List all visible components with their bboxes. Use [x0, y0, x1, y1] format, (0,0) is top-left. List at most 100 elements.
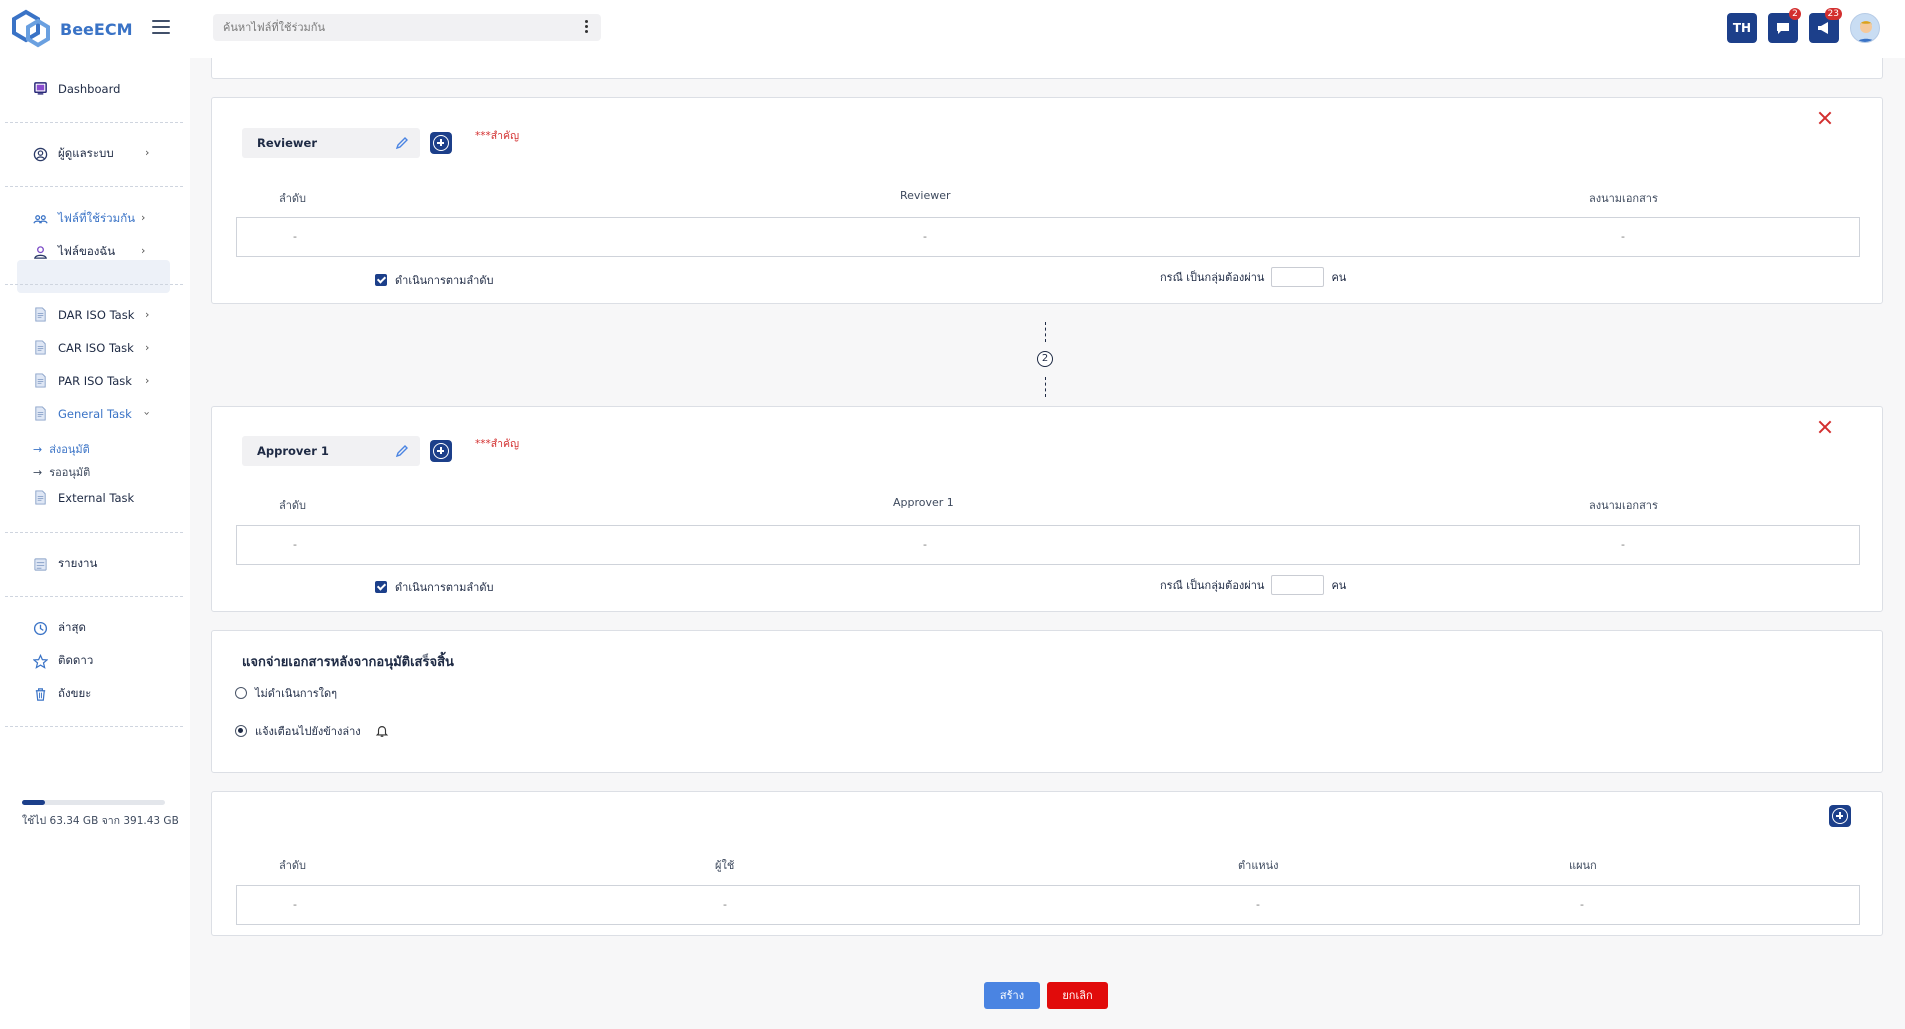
sidebar-item-dar[interactable]: DAR ISO Task ›: [33, 307, 149, 322]
user-avatar[interactable]: [1850, 13, 1880, 43]
approver-name-field[interactable]: Approver 1: [242, 436, 420, 466]
table-row: - - - -: [236, 885, 1860, 925]
sidebar-item-label: ถังขยะ: [58, 686, 92, 700]
add-recipient-button[interactable]: [1829, 805, 1851, 827]
sidebar-item-label: CAR ISO Task: [58, 340, 134, 355]
group-pass-unit: คน: [1331, 579, 1347, 592]
trash-icon: [35, 687, 46, 701]
radio-label: ไม่ดำเนินการใดๆ: [255, 687, 338, 700]
sidebar-item-label: ติดดาว: [58, 653, 94, 667]
star-icon: [33, 653, 48, 669]
sidebar-subitem-send-approval[interactable]: → ส่งอนุมัติ: [33, 440, 90, 458]
app-name: BeeECM: [60, 19, 133, 39]
step-connector-top: [1045, 322, 1046, 342]
sequential-checkbox[interactable]: ดำเนินการตามลำดับ: [375, 271, 493, 289]
table-cell: -: [293, 898, 297, 911]
important-note: ***สำคัญ: [475, 438, 520, 450]
radio-checked-icon: [235, 725, 247, 737]
sidebar: Dashboard ผู้ดูแลระบบ › ไฟล์ที่ใช้ร่วมกั…: [0, 58, 190, 1029]
table-cell: -: [1580, 898, 1584, 911]
sidebar-active-highlight: [17, 260, 170, 293]
sidebar-divider: [5, 284, 183, 285]
sidebar-subitem-label: ส่งอนุมัติ: [49, 443, 90, 456]
column-header-order: ลำดับ: [279, 192, 307, 205]
group-pass-input[interactable]: [1271, 267, 1325, 287]
sidebar-item-starred[interactable]: ติดดาว: [33, 652, 93, 670]
reviewer-name-field[interactable]: Reviewer: [242, 128, 420, 158]
sidebar-item-dashboard[interactable]: Dashboard: [33, 81, 120, 96]
column-header-reviewer: Reviewer: [900, 189, 951, 202]
users-group-icon: [33, 214, 48, 224]
group-pass-field: กรณี เป็นกลุ่มต้องผ่าน คน: [1160, 575, 1346, 595]
sidebar-item-admin[interactable]: ผู้ดูแลระบบ ›: [33, 145, 149, 163]
search-input[interactable]: [213, 14, 553, 41]
approver-card: Approver 1 ***สำคัญ ลำดับ Approver 1 ลงน…: [211, 406, 1883, 612]
chevron-right-icon: ›: [145, 374, 150, 387]
sidebar-item-car[interactable]: CAR ISO Task ›: [33, 340, 149, 355]
notification-button[interactable]: 23: [1809, 8, 1842, 43]
pencil-icon[interactable]: [394, 443, 410, 459]
column-header-user: ผู้ใช้: [715, 859, 735, 872]
arrow-right-icon: →: [33, 442, 43, 456]
radio-notify-below[interactable]: แจ้งเตือนไปยังข้างล่าง: [235, 722, 389, 740]
close-icon[interactable]: [1818, 420, 1832, 434]
sidebar-divider: [5, 532, 183, 533]
column-header-order: ลำดับ: [279, 859, 307, 872]
storage-progress-fill: [22, 800, 45, 805]
pencil-icon[interactable]: [394, 135, 410, 151]
document-icon: [35, 490, 46, 505]
sidebar-item-external-task[interactable]: External Task: [33, 490, 134, 505]
storage-progress-bar: [22, 800, 165, 805]
distribution-title: แจกจ่ายเอกสารหลังจากอนุมัติเสร็จสิ้น: [242, 655, 454, 670]
column-header-department: แผนก: [1569, 859, 1597, 872]
chevron-right-icon: ›: [145, 341, 150, 354]
sidebar-item-label: ไฟล์ที่ใช้ร่วมกัน: [58, 211, 136, 225]
add-reviewer-button[interactable]: [430, 132, 452, 154]
sidebar-subitem-pending-approval[interactable]: → รออนุมัติ: [33, 463, 90, 481]
more-options-icon[interactable]: [585, 20, 589, 33]
create-button[interactable]: สร้าง: [984, 982, 1040, 1009]
document-icon: [35, 340, 46, 355]
close-icon[interactable]: [1818, 111, 1832, 125]
chat-button[interactable]: 2: [1768, 8, 1801, 43]
reviewer-name: Reviewer: [257, 136, 317, 150]
group-pass-input[interactable]: [1271, 575, 1325, 595]
table-cell: -: [923, 538, 927, 551]
table-cell: -: [293, 230, 297, 243]
sidebar-item-trash[interactable]: ถังขยะ: [33, 685, 91, 703]
table-row: - - -: [236, 525, 1860, 565]
cancel-button[interactable]: ยกเลิก: [1047, 982, 1108, 1009]
sidebar-divider: [5, 726, 183, 727]
sidebar-item-general-task[interactable]: General Task ›: [33, 406, 154, 421]
reviewer-card: Reviewer ***สำคัญ ลำดับ Reviewer ลงนามเอ…: [211, 97, 1883, 304]
important-note: ***สำคัญ: [475, 130, 520, 142]
language-label: TH: [1732, 21, 1752, 35]
sidebar-item-my-files[interactable]: ไฟล์ของฉัน ›: [33, 243, 145, 261]
checkbox-checked-icon: [375, 581, 387, 593]
sequential-checkbox[interactable]: ดำเนินการตามลำดับ: [375, 578, 493, 596]
column-header-sign: ลงนามเอกสาร: [1589, 192, 1658, 205]
clock-icon: [33, 621, 48, 635]
plus-circle-icon: [433, 443, 449, 459]
column-header-approver: Approver 1: [893, 496, 954, 509]
sidebar-item-report[interactable]: รายงาน: [33, 555, 97, 573]
menu-toggle-icon[interactable]: [152, 20, 170, 34]
chat-icon: [1777, 23, 1789, 34]
arrow-right-icon: →: [33, 465, 43, 479]
table-cell: -: [723, 898, 727, 911]
add-approver-button[interactable]: [430, 440, 452, 462]
column-header-position: ตำแหน่ง: [1238, 859, 1279, 872]
chevron-right-icon: ›: [145, 146, 150, 159]
app-logo[interactable]: BeeECM: [10, 9, 133, 49]
language-button[interactable]: TH: [1727, 13, 1757, 43]
group-pass-unit: คน: [1331, 271, 1347, 284]
sidebar-item-label: รายงาน: [58, 556, 98, 570]
sidebar-item-par[interactable]: PAR ISO Task ›: [33, 373, 149, 388]
user-icon: [34, 245, 47, 259]
sidebar-item-recent[interactable]: ล่าสุด: [33, 619, 86, 637]
chat-badge: 2: [1789, 8, 1801, 20]
recipients-card: ลำดับ ผู้ใช้ ตำแหน่ง แผนก - - - -: [211, 791, 1883, 936]
sidebar-item-shared-files[interactable]: ไฟล์ที่ใช้ร่วมกัน ›: [33, 210, 145, 228]
sidebar-divider: [5, 596, 183, 597]
radio-no-action[interactable]: ไม่ดำเนินการใดๆ: [235, 684, 337, 702]
